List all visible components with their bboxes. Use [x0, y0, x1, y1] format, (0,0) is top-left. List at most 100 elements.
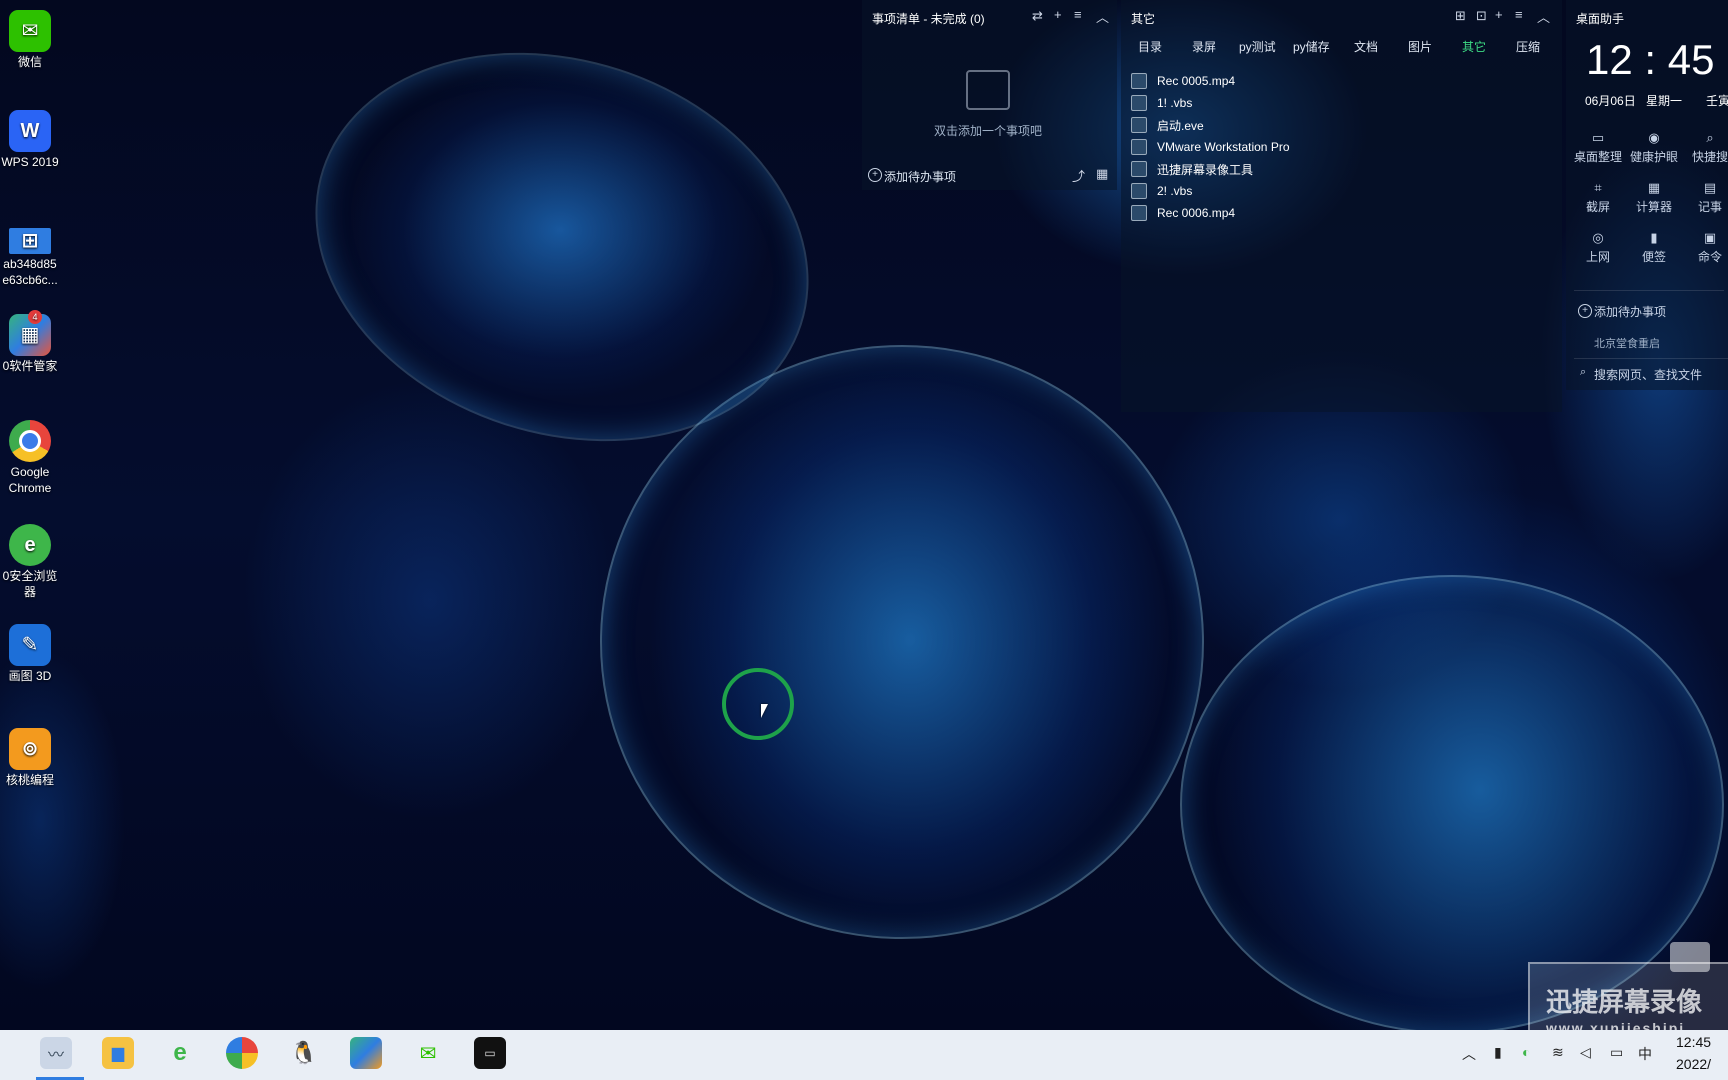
tool-label: 上网 — [1585, 250, 1610, 264]
walnut-coding-icon: ⊚ — [9, 728, 51, 770]
add-todo-link[interactable]: 添加待办事项 — [884, 168, 956, 185]
taskbar-clock[interactable]: 12:45 2022/ — [1676, 1034, 1728, 1072]
todo-empty-hint[interactable]: 双击添加一个事项吧 — [934, 122, 1042, 139]
collapse-icon[interactable]: ︿ — [1096, 7, 1109, 26]
todo-empty-illustration — [966, 70, 1010, 110]
tool-label: 桌面整理 — [1573, 150, 1622, 164]
tab-recordings[interactable]: 录屏 — [1192, 38, 1216, 55]
notes-button[interactable]: ▤ 记事 — [1682, 180, 1728, 215]
desktop-organize-button[interactable]: ▭ 桌面整理 — [1570, 130, 1626, 165]
file-item[interactable]: 2! .vbs — [1131, 181, 1192, 201]
desktop-icon-label: 0安全浏览 器 — [2, 569, 58, 599]
volume-icon[interactable]: ◁ — [1580, 1044, 1591, 1061]
show-hidden-icons-icon[interactable]: ︿ — [1462, 1044, 1476, 1064]
tab-other[interactable]: 其它 — [1462, 38, 1486, 55]
command-button[interactable]: ▣ 命令 — [1682, 230, 1728, 265]
files-panel-title: 其它 — [1131, 12, 1156, 26]
add-icon[interactable]: + — [1495, 7, 1503, 22]
task-manager-icon[interactable]: 〰 — [40, 1037, 72, 1069]
sticky-note-button[interactable]: ▮ 便签 — [1626, 230, 1682, 265]
terminal-icon[interactable]: ▭ — [474, 1037, 506, 1069]
assistant-divider — [1574, 290, 1724, 291]
screenshot-button[interactable]: ⌗ 截屏 — [1570, 180, 1626, 215]
cursor-highlight-ring — [722, 668, 794, 740]
add-icon[interactable]: + — [1054, 7, 1062, 22]
desktop-icon-wps[interactable]: W WPS 2019 — [0, 110, 60, 170]
tab-py-test[interactable]: py测试 — [1239, 38, 1276, 55]
qr-code-icon[interactable]: ▦ — [1096, 166, 1108, 182]
assistant-lunar: 壬寅 — [1706, 94, 1728, 108]
360-browser-icon[interactable] — [226, 1037, 258, 1069]
share-icon[interactable]: ⤴ — [1072, 166, 1085, 185]
file-item[interactable]: 1! .vbs — [1131, 93, 1192, 113]
desktop-icon-chrome[interactable]: Google Chrome — [0, 420, 60, 496]
menu-icon[interactable]: ≡ — [1515, 7, 1523, 22]
calculator-button[interactable]: ▦ 计算器 — [1626, 180, 1682, 215]
tool-label: 命令 — [1697, 250, 1722, 264]
file-name: Rec 0005.mp4 — [1157, 74, 1236, 88]
watermark-camera-icon — [1670, 942, 1710, 972]
globe-icon: ◎ — [1592, 230, 1604, 245]
software-store-icon[interactable] — [350, 1037, 382, 1069]
file-name: 1! .vbs — [1157, 96, 1193, 110]
assistant-search-box[interactable]: ⌕ 搜索网页、查找文件 — [1574, 358, 1728, 385]
tool-label: 记事 — [1697, 200, 1722, 214]
menu-icon[interactable]: ≡ — [1074, 7, 1082, 22]
wechat-icon[interactable]: ✉ — [412, 1037, 444, 1069]
wechat-icon: ✉ — [9, 10, 51, 52]
collapse-icon[interactable]: ︿ — [1537, 7, 1550, 26]
browse-web-button[interactable]: ◎ 上网 — [1570, 230, 1626, 265]
tool-label: 健康护眼 — [1629, 150, 1678, 164]
file-item[interactable]: Rec 0006.mp4 — [1131, 203, 1235, 223]
battery-icon[interactable]: ▭ — [1610, 1044, 1623, 1061]
terminal-icon: ▣ — [1703, 230, 1717, 245]
desktop-icon-software-manager[interactable]: ▦ 0软件管家 4 — [0, 310, 60, 374]
ie-browser-icon[interactable]: e — [164, 1037, 196, 1069]
file-item[interactable]: VMware Workstation Pro — [1131, 137, 1290, 157]
assistant-title: 桌面助手 — [1576, 12, 1625, 26]
paint3d-icon: ✎ — [9, 624, 51, 666]
grid-view-icon[interactable]: ⊞ — [1455, 8, 1466, 24]
taskbar-date: 2022/ — [1676, 1056, 1712, 1072]
file-explorer-icon[interactable]: ▆ — [102, 1037, 134, 1069]
360-guard-icon[interactable]: ◐ — [1522, 1044, 1530, 1060]
desktop-icon-label: 0软件管家 — [2, 359, 58, 373]
desktop-icon-label: ab348d85 e63cb6c... — [2, 257, 58, 287]
microphone-icon[interactable]: ▮ — [1494, 1044, 1502, 1061]
desktop-icon-walnut-coding[interactable]: ⊚ 核桃编程 — [0, 728, 60, 788]
wifi-icon[interactable]: ≋ — [1552, 1044, 1564, 1061]
file-item[interactable]: Rec 0005.mp4 — [1131, 71, 1235, 91]
tab-directory[interactable]: 目录 — [1138, 38, 1162, 55]
qq-icon[interactable]: 🐧 — [288, 1037, 320, 1069]
assistant-news[interactable]: 北京堂食重启 — [1594, 335, 1660, 351]
desktop-icon-wechat[interactable]: ✉ 微信 — [0, 10, 60, 70]
recorder-watermark: 迅捷屏幕录像 www.xunjieshipi — [1528, 962, 1728, 1036]
assistant-clock: 12 : 45 — [1586, 36, 1715, 83]
tool-label: 计算器 — [1635, 200, 1672, 214]
input-method-icon[interactable]: 中 — [1638, 1044, 1652, 1064]
desktop-icon-paint3d[interactable]: ✎ 画图 3D — [0, 624, 60, 684]
tab-py-storage[interactable]: py储存 — [1293, 38, 1330, 55]
tab-images[interactable]: 图片 — [1408, 38, 1432, 55]
file-item[interactable]: 迅捷屏幕录像工具 — [1131, 159, 1253, 179]
script-file-icon — [1131, 183, 1147, 199]
wallpaper-jellyfish-main — [600, 345, 1204, 939]
todo-panel-title: 事项清单 - 未完成 (0) — [872, 12, 985, 26]
desktop-icon-label: WPS 2019 — [1, 155, 59, 169]
desktop-icon-file[interactable]: ⊞ ab348d85 e63cb6c... — [0, 228, 60, 288]
assistant-add-todo[interactable]: 添加待办事项 — [1594, 303, 1666, 320]
crop-icon: ⌗ — [1594, 180, 1602, 195]
swap-icon[interactable]: ⇄ — [1032, 8, 1043, 24]
lock-icon[interactable]: ⊡ — [1476, 8, 1487, 24]
file-item[interactable]: 启动.eve — [1131, 115, 1204, 135]
quick-search-button[interactable]: ⌕ 快捷搜 — [1682, 130, 1728, 165]
calculator-icon: ▦ — [1647, 180, 1661, 195]
video-file-icon — [1131, 205, 1147, 221]
eye-care-button[interactable]: ◉ 健康护眼 — [1626, 130, 1682, 165]
tab-archives[interactable]: 压缩 — [1516, 38, 1540, 55]
monitor-icon: ▭ — [1591, 130, 1605, 145]
desktop-icon-secure-browser[interactable]: e 0安全浏览 器 — [0, 524, 60, 600]
file-name: Rec 0006.mp4 — [1157, 206, 1236, 220]
tab-documents[interactable]: 文档 — [1354, 38, 1378, 55]
file-name: 迅捷屏幕录像工具 — [1157, 162, 1254, 177]
